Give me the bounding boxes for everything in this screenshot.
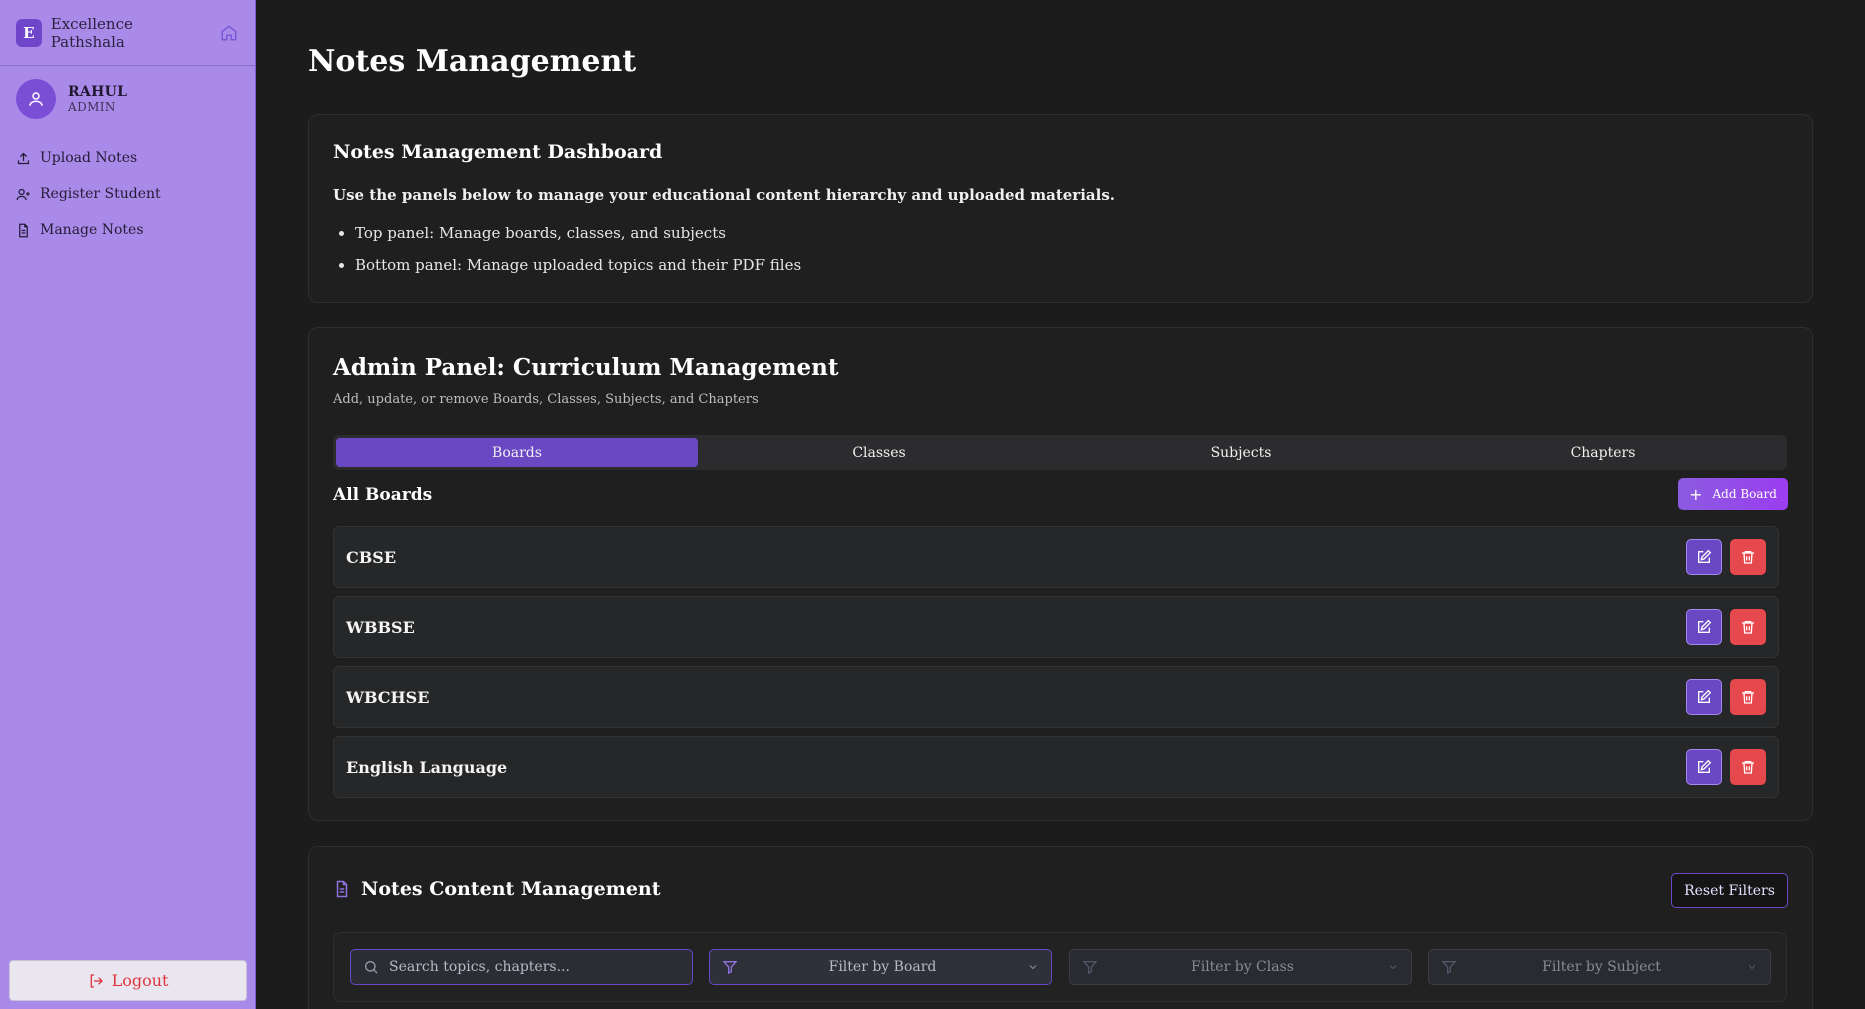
notes-content-title: Notes Content Management [361,878,661,900]
table-row: WBCHSE [333,666,1779,728]
page-title: Notes Management [308,44,637,79]
list-item: Top panel: Manage boards, classes, and s… [355,224,801,256]
main-content: Notes Management Notes Management Dashbo… [256,0,1865,1009]
filter-class-select[interactable]: Filter by Class [1069,949,1412,985]
sidebar-item-label: Upload Notes [40,150,138,166]
logout-label: Logout [111,971,169,990]
table-row: CBSE [333,526,1779,588]
search-placeholder: Search topics, chapters... [389,959,570,975]
user-icon [29,92,43,106]
home-icon[interactable] [219,22,239,44]
delete-button[interactable] [1730,609,1766,645]
logout-icon [88,973,104,989]
edit-icon [1698,619,1712,633]
trash-icon [1742,691,1754,704]
notes-content-card: Notes Content Management Reset Filters S… [308,846,1813,1009]
file-text-icon [16,222,32,238]
add-board-button[interactable]: + Add Board [1678,478,1788,510]
board-name: WBCHSE [346,687,430,707]
reset-filters-button[interactable]: Reset Filters [1671,873,1788,908]
filter-subject-select[interactable]: Filter by Subject [1428,949,1771,985]
chevron-down-icon [1387,961,1399,973]
edit-button[interactable] [1686,539,1722,575]
boards-list: CBSE WBBSE WBCHSE English Language [333,526,1779,806]
dashboard-bullets: Top panel: Manage boards, classes, and s… [355,224,801,288]
sidebar-nav: Upload Notes Register Student Manage Not… [0,140,255,248]
filter-icon [1441,959,1457,975]
edit-button[interactable] [1686,749,1722,785]
boards-list-title: All Boards [333,485,433,505]
edit-icon [1698,759,1712,773]
edit-button[interactable] [1686,609,1722,645]
delete-button[interactable] [1730,679,1766,715]
search-input[interactable]: Search topics, chapters... [350,949,693,985]
search-icon [363,959,379,975]
admin-panel-subtitle: Add, update, or remove Boards, Classes, … [333,392,759,407]
chevron-down-icon [1746,961,1758,973]
trash-icon [1742,551,1754,564]
brand-name: Excellence Pathshala [50,14,133,51]
dashboard-lead: Use the panels below to manage your educ… [333,186,1115,204]
trash-icon [1742,761,1754,774]
curriculum-tabs: Boards Classes Subjects Chapters [333,435,1787,470]
delete-button[interactable] [1730,539,1766,575]
sidebar-item-manage-notes[interactable]: Manage Notes [0,212,255,248]
tab-chapters[interactable]: Chapters [1422,438,1784,467]
filter-class-label: Filter by Class [1191,959,1294,975]
edit-icon [1698,549,1712,563]
edit-button[interactable] [1686,679,1722,715]
list-item: Bottom panel: Manage uploaded topics and… [355,256,801,288]
admin-panel-card: Admin Panel: Curriculum Management Add, … [308,327,1813,821]
table-row: English Language [333,736,1779,798]
admin-panel-title: Admin Panel: Curriculum Management [333,354,839,381]
sidebar-item-label: Manage Notes [40,222,144,238]
board-name: WBBSE [346,617,415,637]
dashboard-card: Notes Management Dashboard Use the panel… [308,114,1813,303]
user-role: ADMIN [68,100,116,114]
user-profile: RAHUL ADMIN [0,66,255,132]
brand-bar: E Excellence Pathshala [0,0,255,66]
board-name: English Language [346,757,508,777]
sidebar-item-upload-notes[interactable]: Upload Notes [0,140,255,176]
sidebar-item-register-student[interactable]: Register Student [0,176,255,212]
trash-icon [1742,621,1754,634]
delete-button[interactable] [1730,749,1766,785]
filter-board-label: Filter by Board [828,959,937,975]
tab-classes[interactable]: Classes [698,438,1060,467]
filter-icon [1082,959,1098,975]
tab-boards[interactable]: Boards [336,438,698,467]
user-plus-icon [16,186,32,202]
sidebar-item-label: Register Student [40,186,161,202]
upload-icon [16,150,32,166]
plus-icon: + [1689,484,1703,504]
filter-icon [722,959,738,975]
add-board-label: Add Board [1712,487,1777,501]
edit-icon [1698,689,1712,703]
table-row: WBBSE [333,596,1779,658]
board-name: CBSE [346,547,397,567]
filter-board-select[interactable]: Filter by Board [709,949,1052,985]
filter-bar: Search topics, chapters... Filter by Boa… [333,932,1787,1002]
tab-subjects[interactable]: Subjects [1060,438,1422,467]
avatar [16,79,56,119]
user-name: RAHUL [68,84,128,100]
brand-logo: E [16,18,42,47]
chevron-down-icon [1027,961,1039,973]
sidebar: E Excellence Pathshala RAHUL ADMIN Uploa… [0,0,256,1009]
logout-button[interactable]: Logout [9,960,247,1001]
filter-subject-label: Filter by Subject [1542,959,1661,975]
dashboard-title: Notes Management Dashboard [333,141,663,163]
file-text-icon [336,880,348,898]
